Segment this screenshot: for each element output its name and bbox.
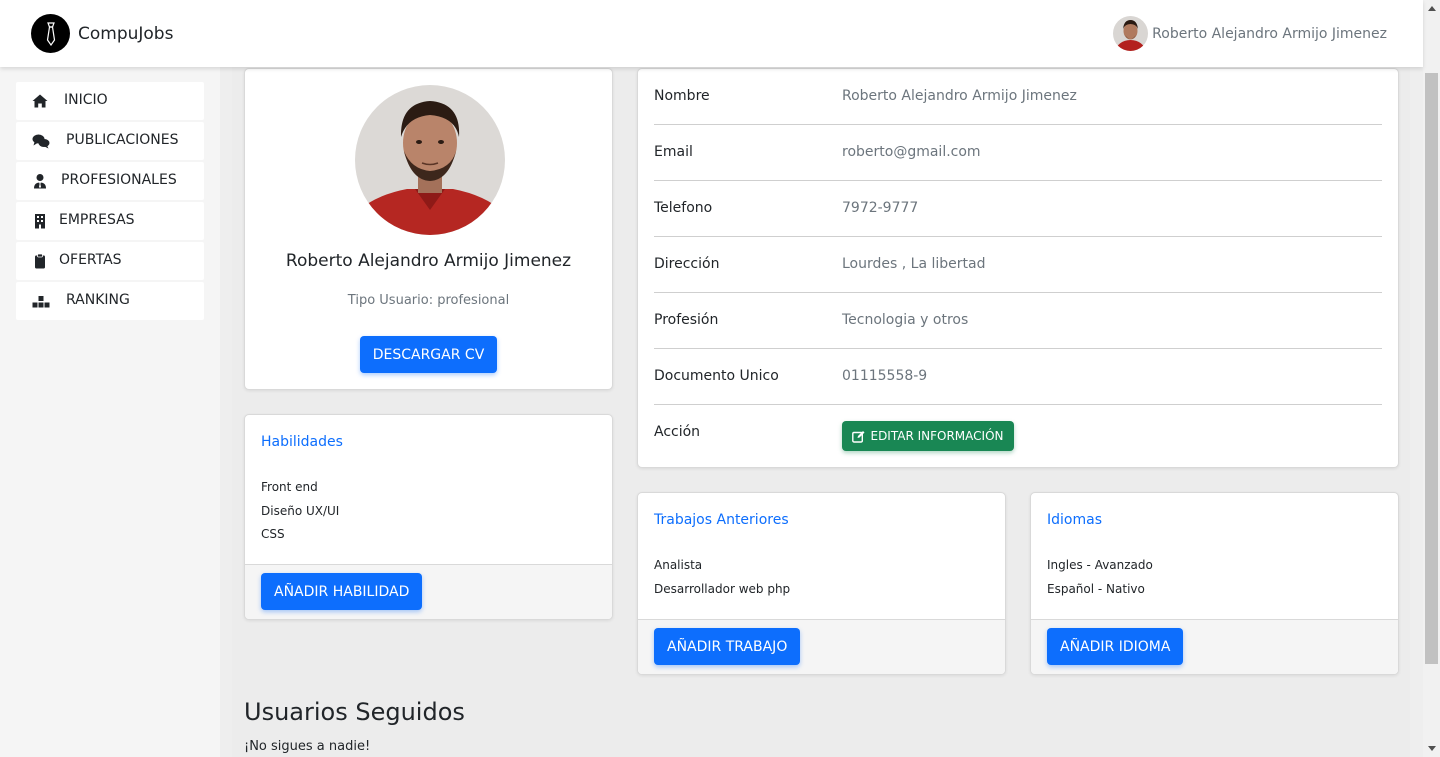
edit-info-button[interactable]: EDITAR INFORMACIÓN xyxy=(842,421,1014,451)
info-label: Dirección xyxy=(654,256,720,272)
info-row-direccion: Dirección Lourdes , La libertad xyxy=(654,237,1382,293)
home-icon xyxy=(32,93,48,109)
info-row-email: Email roberto@gmail.com xyxy=(654,125,1382,181)
languages-footer: AÑADIR IDIOMA xyxy=(1031,619,1398,674)
ranking-icon xyxy=(32,293,50,309)
list-item: Español - Nativo xyxy=(1047,581,1145,596)
user-tie-icon xyxy=(32,173,48,189)
info-row-profesion: Profesión Tecnologia y otros xyxy=(654,293,1382,349)
info-row-documento: Documento Unico 01115558-9 xyxy=(654,349,1382,405)
info-value: Tecnologia y otros xyxy=(842,312,969,328)
info-value: 01115558-9 xyxy=(842,368,928,384)
edit-icon xyxy=(852,430,865,443)
info-row-telefono: Telefono 7972-9777 xyxy=(654,181,1382,237)
info-label: Documento Unico xyxy=(654,368,779,384)
scroll-down-icon[interactable] xyxy=(1423,740,1440,757)
top-navbar: CompuJobs Roberto Alejandro Armijo Jimen… xyxy=(0,0,1423,67)
languages-card: Idiomas Ingles - Avanzado Español - Nati… xyxy=(1030,492,1399,675)
previous-jobs-card: Trabajos Anteriores Analista Desarrollad… xyxy=(637,492,1006,675)
sidebar-item-inicio[interactable]: INICIO xyxy=(16,82,204,120)
avatar[interactable] xyxy=(1113,16,1149,51)
brand-name[interactable]: CompuJobs xyxy=(78,24,173,44)
nav-username[interactable]: Roberto Alejandro Armijo Jimenez xyxy=(1152,26,1387,42)
info-value: Roberto Alejandro Armijo Jimenez xyxy=(842,88,1077,104)
sidebar-item-empresas[interactable]: EMPRESAS xyxy=(16,202,204,240)
skills-list: Front end Diseño UX/UI CSS xyxy=(261,476,339,547)
jobs-list: Analista Desarrollador web php xyxy=(654,554,790,601)
add-language-button[interactable]: AÑADIR IDIOMA xyxy=(1047,628,1184,665)
profile-card: Roberto Alejandro Armijo Jimenez Tipo Us… xyxy=(244,68,613,390)
info-label: Telefono xyxy=(654,200,713,216)
skills-card: Habilidades Front end Diseño UX/UI CSS A… xyxy=(244,414,613,620)
list-item: Diseño UX/UI xyxy=(261,503,340,518)
list-item: Analista xyxy=(654,558,703,572)
vertical-scrollbar[interactable] xyxy=(1423,0,1440,757)
list-item: CSS xyxy=(261,527,285,541)
edit-info-label: EDITAR INFORMACIÓN xyxy=(870,429,1004,443)
info-label: Nombre xyxy=(654,88,710,104)
add-skill-button[interactable]: AÑADIR HABILIDAD xyxy=(261,573,423,610)
skills-title: Habilidades xyxy=(261,434,343,450)
comments-icon xyxy=(32,133,50,149)
add-job-button[interactable]: AÑADIR TRABAJO xyxy=(654,628,801,665)
sidebar-item-label: EMPRESAS xyxy=(59,212,135,228)
scrollbar-thumb[interactable] xyxy=(1425,73,1438,664)
sidebar-item-label: INICIO xyxy=(64,92,108,108)
sidebar-item-publicaciones[interactable]: PUBLICACIONES xyxy=(16,122,204,160)
user-menu[interactable]: Roberto Alejandro Armijo Jimenez xyxy=(1113,16,1387,51)
list-item: Desarrollador web php xyxy=(654,581,791,596)
profile-name: Roberto Alejandro Armijo Jimenez xyxy=(285,251,572,271)
info-label: Acción xyxy=(654,424,701,440)
sidebar-item-label: RANKING xyxy=(66,292,130,308)
clipboard-icon xyxy=(32,253,48,269)
skills-footer: AÑADIR HABILIDAD xyxy=(245,564,612,619)
jobs-footer: AÑADIR TRABAJO xyxy=(638,619,1005,674)
languages-list: Ingles - Avanzado Español - Nativo xyxy=(1047,554,1153,601)
sidebar: INICIO PUBLICACIONES PROFESIONALES EMPRE… xyxy=(0,67,220,757)
sidebar-item-ofertas[interactable]: OFERTAS xyxy=(16,242,204,280)
sidebar-item-label: OFERTAS xyxy=(59,252,122,268)
sidebar-item-ranking[interactable]: RANKING xyxy=(16,282,204,320)
scroll-up-icon[interactable] xyxy=(1423,0,1440,17)
info-row-accion: Acción xyxy=(654,405,1382,461)
brand-logo-icon[interactable] xyxy=(31,14,70,53)
languages-title: Idiomas xyxy=(1047,512,1102,528)
profile-user-type: Tipo Usuario: profesional xyxy=(347,293,510,308)
info-label: Profesión xyxy=(654,312,719,328)
download-cv-button[interactable]: DESCARGAR CV xyxy=(360,336,497,373)
info-card: Nombre Roberto Alejandro Armijo Jimenez … xyxy=(637,68,1399,468)
info-value: 7972-9777 xyxy=(842,200,919,216)
jobs-title: Trabajos Anteriores xyxy=(654,512,789,528)
followed-users-title: Usuarios Seguidos xyxy=(244,698,465,726)
building-icon xyxy=(32,213,48,229)
sidebar-item-label: PUBLICACIONES xyxy=(66,132,179,148)
info-row-nombre: Nombre Roberto Alejandro Armijo Jimenez xyxy=(654,69,1382,125)
sidebar-item-profesionales[interactable]: PROFESIONALES xyxy=(16,162,204,200)
list-item: Ingles - Avanzado xyxy=(1047,558,1153,572)
profile-photo xyxy=(355,85,505,235)
info-value: roberto@gmail.com xyxy=(842,144,981,160)
list-item: Front end xyxy=(261,480,318,494)
sidebar-item-label: PROFESIONALES xyxy=(61,172,177,188)
followed-users-empty: ¡No sigues a nadie! xyxy=(244,739,371,754)
info-value: Lourdes , La libertad xyxy=(842,256,986,272)
info-label: Email xyxy=(654,144,693,160)
